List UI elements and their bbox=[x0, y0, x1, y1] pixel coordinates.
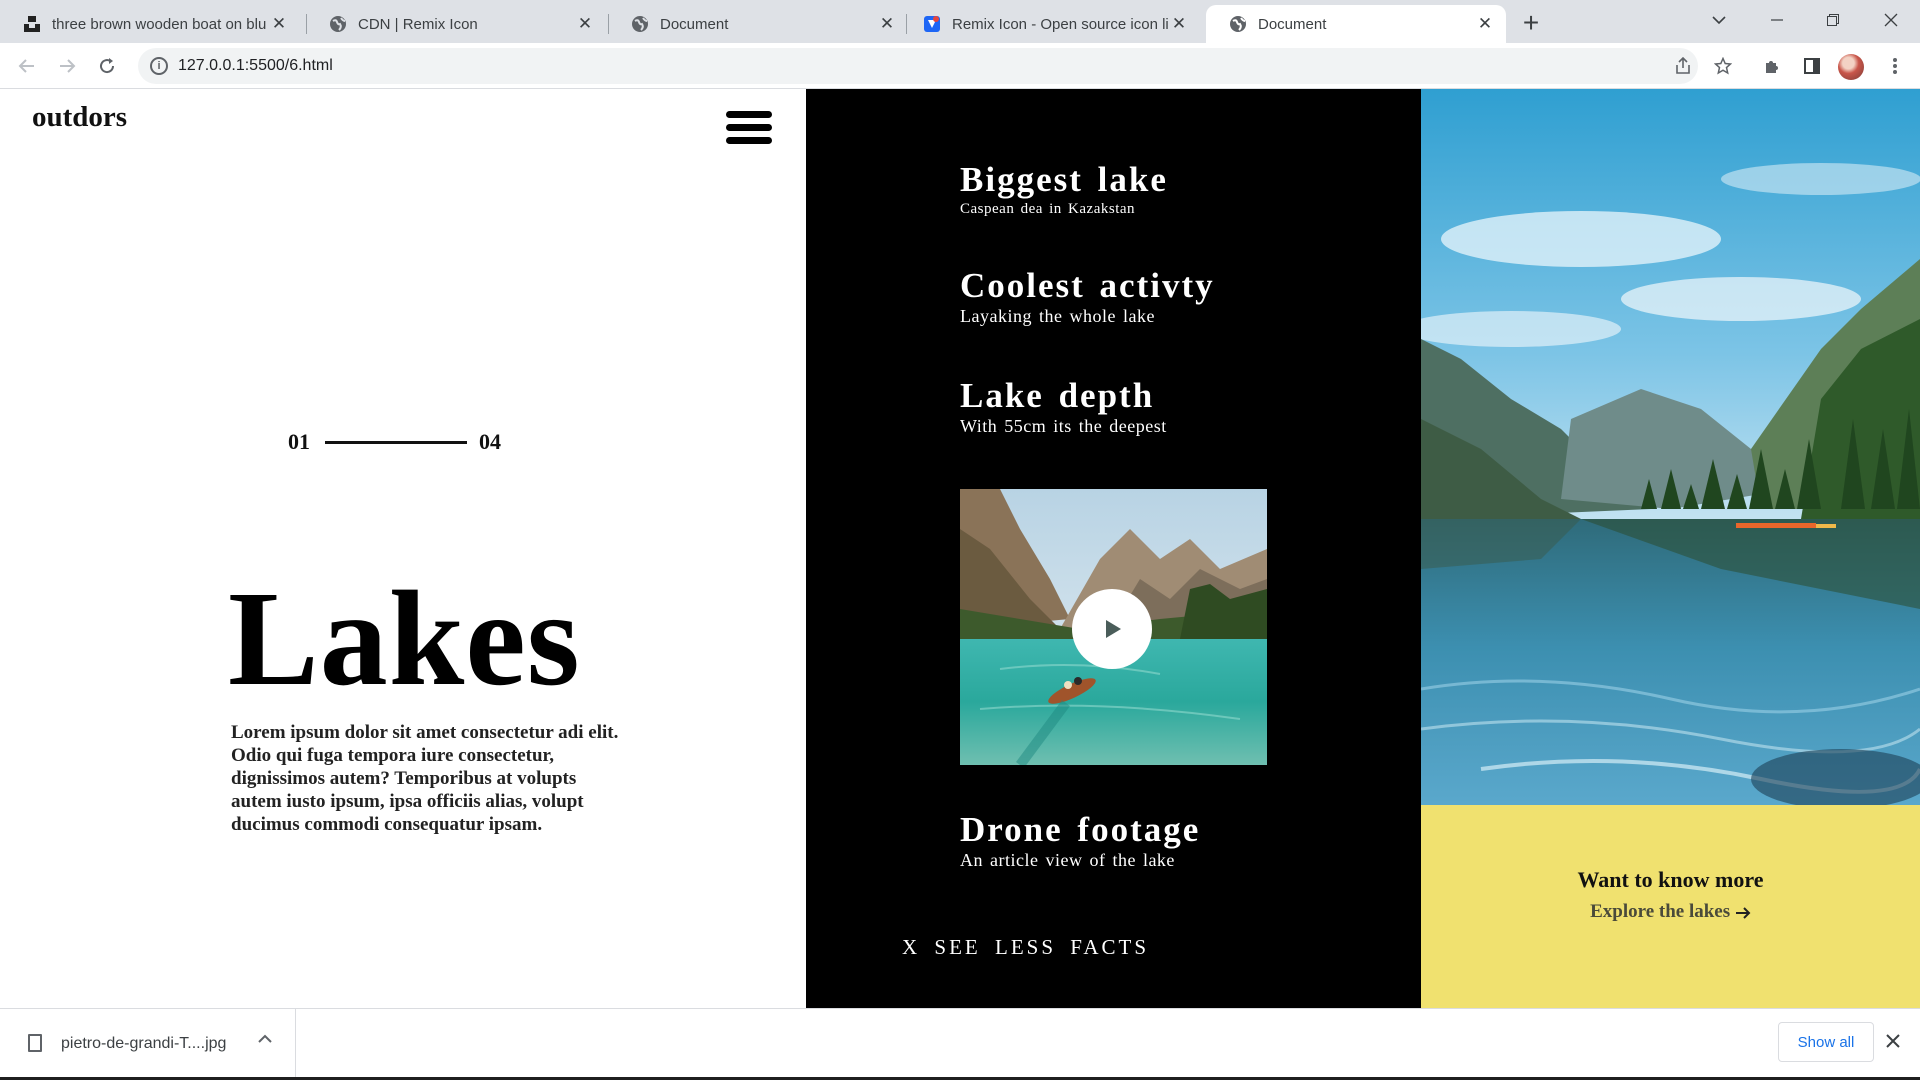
globe-icon bbox=[328, 14, 348, 34]
side-panel-icon[interactable] bbox=[1797, 51, 1827, 81]
file-icon bbox=[28, 1034, 42, 1052]
download-file-name: pietro-de-grandi-T....jpg bbox=[61, 1035, 227, 1052]
tab-unsplash[interactable]: three brown wooden boat on blu ✕ bbox=[0, 5, 300, 43]
tab-title: Document bbox=[660, 15, 729, 33]
explore-lakes-label: Explore the lakes bbox=[1590, 901, 1731, 922]
show-all-button[interactable]: Show all bbox=[1778, 1022, 1874, 1062]
site-info-icon[interactable]: i bbox=[150, 57, 168, 75]
slide-counter: 01 04 bbox=[288, 429, 501, 455]
tab-title: Document bbox=[1258, 15, 1327, 33]
tab-close-icon[interactable]: ✕ bbox=[876, 13, 898, 35]
close-window-icon[interactable] bbox=[1866, 0, 1916, 40]
tab-strip: three brown wooden boat on blu ✕ CDN | R… bbox=[0, 0, 1920, 43]
address-bar[interactable]: i 127.0.0.1:5500/6.html bbox=[138, 48, 1698, 84]
remixicon-icon bbox=[922, 14, 942, 34]
tab-title: three brown wooden boat on blu bbox=[52, 15, 267, 33]
video-thumbnail[interactable] bbox=[960, 489, 1267, 765]
fact-title: Drone footage bbox=[960, 810, 1201, 849]
fact-coolest-activity: Coolest activty Layaking the whole lake bbox=[960, 266, 1215, 327]
tab-remix-cdn[interactable]: CDN | Remix Icon ✕ bbox=[306, 5, 606, 43]
bookmark-star-icon[interactable] bbox=[1708, 51, 1738, 81]
tab-close-icon[interactable]: ✕ bbox=[268, 13, 290, 35]
tab-close-icon[interactable]: ✕ bbox=[1474, 13, 1496, 35]
download-item[interactable]: pietro-de-grandi-T....jpg bbox=[0, 1009, 296, 1080]
tab-document-active[interactable]: Document ✕ bbox=[1206, 5, 1506, 43]
hero-title: Lakes bbox=[228, 564, 581, 714]
fact-title: Lake depth bbox=[960, 376, 1155, 415]
site-logo[interactable]: outdors bbox=[32, 101, 127, 134]
fact-title: Coolest activty bbox=[960, 266, 1215, 305]
facts-panel: Biggest lake Caspean dea in Kazakstan Co… bbox=[806, 89, 1421, 1008]
browser-toolbar: i 127.0.0.1:5500/6.html bbox=[0, 43, 1920, 89]
slide-current: 01 bbox=[288, 429, 310, 454]
globe-icon bbox=[630, 14, 650, 34]
explore-lakes-link[interactable]: Explore the lakes bbox=[1421, 901, 1920, 923]
cta-panel: Want to know more Explore the lakes bbox=[1421, 805, 1920, 1008]
play-icon bbox=[1106, 620, 1121, 638]
counter-divider bbox=[325, 440, 467, 444]
fact-drone-footage: Drone footage An article view of the lak… bbox=[960, 810, 1201, 871]
new-tab-button[interactable]: + bbox=[1516, 7, 1546, 38]
fact-subtitle: An article view of the lake bbox=[960, 849, 1175, 870]
chevron-up-icon[interactable] bbox=[258, 1031, 272, 1049]
fact-title: Biggest lake bbox=[960, 160, 1168, 199]
tab-title: CDN | Remix Icon bbox=[358, 15, 478, 33]
hero-section: outdors 01 04 Lakes Lorem ipsum dolor si… bbox=[0, 89, 806, 1008]
fact-biggest-lake: Biggest lake Caspean dea in Kazakstan bbox=[960, 160, 1168, 218]
menu-kebab-icon[interactable] bbox=[1880, 51, 1910, 81]
hero-description: Lorem ipsum dolor sit amet consectetur a… bbox=[231, 722, 619, 835]
cta-title: Want to know more bbox=[1577, 867, 1764, 892]
play-button[interactable] bbox=[1072, 589, 1152, 669]
hamburger-menu-icon[interactable] bbox=[726, 111, 774, 147]
see-less-facts-button[interactable]: X SEE LESS FACTS bbox=[902, 935, 1149, 960]
reload-icon[interactable] bbox=[92, 51, 122, 81]
fact-subtitle: Layaking the whole lake bbox=[960, 305, 1155, 326]
profile-avatar[interactable] bbox=[1838, 54, 1864, 80]
fact-lake-depth: Lake depth With 55cm its the deepest bbox=[960, 376, 1167, 437]
share-icon[interactable] bbox=[1668, 51, 1698, 81]
close-icon[interactable] bbox=[1886, 1031, 1900, 1054]
restore-icon[interactable] bbox=[1808, 0, 1858, 40]
url-text[interactable]: 127.0.0.1:5500/6.html bbox=[178, 57, 333, 75]
arrow-right-icon bbox=[1735, 901, 1751, 922]
unsplash-icon bbox=[22, 14, 42, 34]
back-icon[interactable] bbox=[12, 51, 42, 81]
lake-image bbox=[1421, 89, 1920, 805]
tab-remix-icon[interactable]: Remix Icon - Open source icon lib ✕ bbox=[900, 5, 1200, 43]
tab-close-icon[interactable]: ✕ bbox=[1168, 13, 1190, 35]
tab-title: Remix Icon - Open source icon lib bbox=[952, 15, 1168, 33]
globe-icon bbox=[1228, 14, 1248, 34]
web-page: outdors 01 04 Lakes Lorem ipsum dolor si… bbox=[0, 89, 1920, 1008]
right-section: Want to know more Explore the lakes bbox=[1421, 89, 1920, 1008]
fact-subtitle: With 55cm its the deepest bbox=[960, 415, 1167, 436]
forward-icon[interactable] bbox=[52, 51, 82, 81]
slide-total: 04 bbox=[479, 429, 501, 454]
download-shelf: pietro-de-grandi-T....jpg Show all bbox=[0, 1008, 1920, 1080]
tab-close-icon[interactable]: ✕ bbox=[574, 13, 596, 35]
fact-subtitle: Caspean dea in Kazakstan bbox=[960, 200, 1136, 217]
tab-document[interactable]: Document ✕ bbox=[608, 5, 908, 43]
extensions-icon[interactable] bbox=[1757, 51, 1787, 81]
tab-search-icon[interactable] bbox=[1694, 0, 1744, 40]
minimize-icon[interactable] bbox=[1752, 0, 1802, 40]
